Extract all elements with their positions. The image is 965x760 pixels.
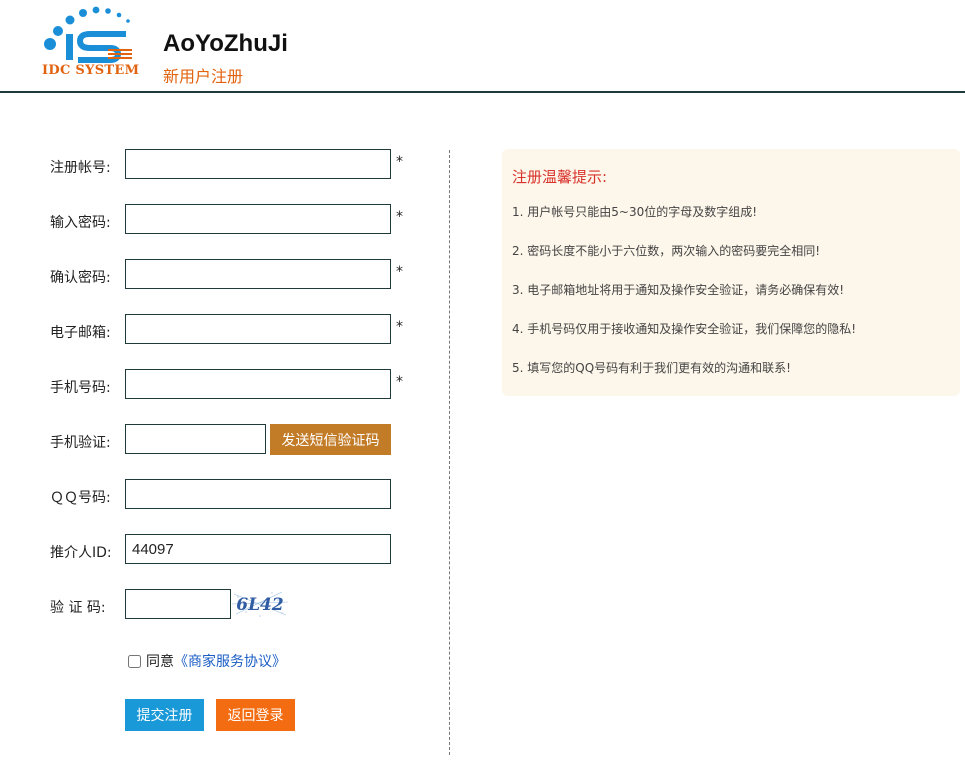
terms-link[interactable]: 《商家服务协议》 — [174, 651, 286, 671]
submit-register-button[interactable]: 提交注册 — [125, 699, 204, 731]
back-to-login-button[interactable]: 返回登录 — [216, 699, 295, 731]
page-subtitle: 新用户注册 — [163, 67, 244, 86]
username-label: 注册帐号: — [50, 160, 111, 176]
site-title: AoYoZhuJi — [163, 30, 288, 57]
email-input[interactable] — [125, 314, 391, 344]
sms-code-label: 手机验证: — [50, 435, 111, 451]
captcha-text: 6L42 — [236, 595, 284, 615]
sms-code-input[interactable] — [125, 424, 266, 454]
tip-item: 2. 密码长度不能小于六位数，两次输入的密码要完全相同! — [512, 244, 821, 258]
agree-text: 同意 — [146, 654, 174, 670]
required-mark: * — [396, 374, 403, 390]
required-mark: * — [396, 319, 403, 335]
agree-checkbox[interactable] — [128, 654, 141, 668]
page-header: IDC SYSTEM AoYoZhuJi 新用户注册 — [0, 0, 965, 93]
referrer-id-input[interactable] — [125, 534, 391, 564]
tip-item: 3. 电子邮箱地址将用于通知及操作安全验证，请务必确保有效! — [512, 283, 845, 297]
tip-item: 4. 手机号码仅用于接收通知及操作安全验证，我们保障您的隐私! — [512, 322, 857, 336]
password-input[interactable] — [125, 204, 391, 234]
referrer-id-label: 推介人ID: — [50, 545, 112, 561]
tip-item: 1. 用户帐号只能由5~30位的字母及数字组成! — [512, 205, 758, 219]
vertical-divider — [449, 150, 450, 755]
send-sms-button[interactable]: 发送短信验证码 — [270, 424, 391, 455]
registration-tips-panel: 注册温馨提示: 1. 用户帐号只能由5~30位的字母及数字组成! 2. 密码长度… — [502, 149, 960, 396]
tip-item: 5. 填写您的QQ号码有利于我们更有效的沟通和联系! — [512, 361, 791, 375]
tips-title: 注册温馨提示: — [512, 168, 608, 186]
required-mark: * — [396, 209, 403, 225]
email-label: 电子邮箱: — [50, 325, 111, 341]
captcha-image[interactable]: 6L42 — [232, 588, 288, 620]
qq-input[interactable] — [125, 479, 391, 509]
phone-input[interactable] — [125, 369, 391, 399]
username-input[interactable] — [125, 149, 391, 179]
password-label: 输入密码: — [50, 215, 111, 231]
captcha-label: 验 证 码: — [50, 600, 106, 616]
captcha-input[interactable] — [125, 589, 231, 619]
agree-terms[interactable]: 同意 《商家服务协议》 — [128, 651, 286, 671]
confirm-password-label: 确认密码: — [50, 270, 111, 286]
logo-text: IDC SYSTEM — [42, 63, 140, 78]
qq-label: ＱＱ号码: — [50, 490, 111, 506]
required-mark: * — [396, 264, 403, 280]
confirm-password-input[interactable] — [125, 259, 391, 289]
phone-label: 手机号码: — [50, 380, 111, 396]
required-mark: * — [396, 154, 403, 170]
